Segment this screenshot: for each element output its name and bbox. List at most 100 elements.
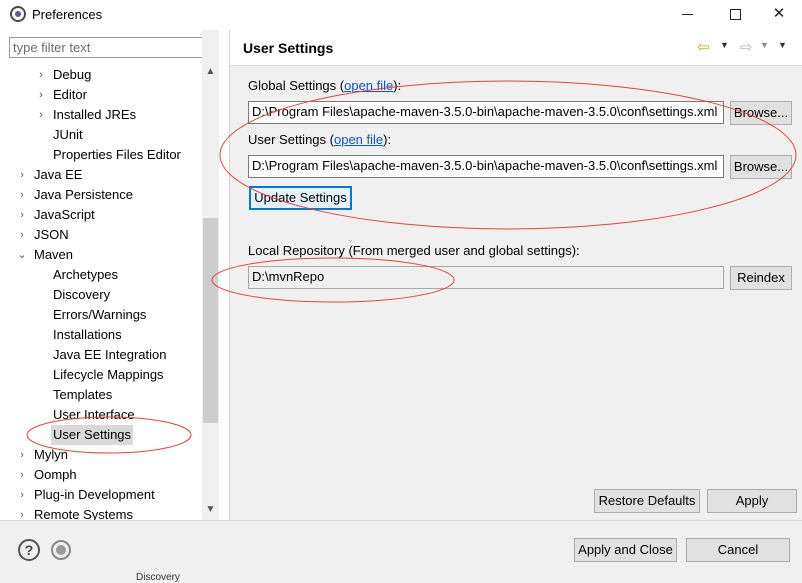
sidebar-item-label: Maven xyxy=(34,247,74,262)
sidebar-item-label: JavaScript xyxy=(34,207,95,222)
settings-page: User Settings ⇦ ▼ ⇨ ▼ ▼ Global Settings … xyxy=(230,30,802,520)
sidebar-item-label: Mylyn xyxy=(34,447,68,462)
back-dropdown-icon[interactable]: ▼ xyxy=(720,40,729,50)
global-settings-label-text: Global Settings ( xyxy=(248,78,345,93)
title-bar: Preferences ✕ xyxy=(0,0,802,30)
sidebar-item[interactable]: › Oomph xyxy=(0,465,202,485)
global-settings-field[interactable]: D:\Program Files\apache-maven-3.5.0-bin\… xyxy=(248,101,724,124)
sidebar-item[interactable]: Archetypes xyxy=(0,265,202,285)
sidebar-item[interactable]: › Java EE xyxy=(0,165,202,185)
sidebar-item[interactable]: › Java Persistence xyxy=(0,185,202,205)
sidebar-item[interactable]: › Plug-in Development xyxy=(0,485,202,505)
sidebar-item-label: User Settings xyxy=(51,425,134,445)
forward-dropdown-icon[interactable]: ▼ xyxy=(760,40,769,50)
sidebar-item[interactable]: › Debug xyxy=(0,65,202,85)
maximize-icon xyxy=(729,8,741,20)
sidebar-item[interactable]: › Editor xyxy=(0,85,202,105)
sidebar-item-label: JUnit xyxy=(53,127,83,142)
view-menu-icon[interactable]: ▼ xyxy=(778,40,787,50)
sidebar-item-label: Java EE xyxy=(34,167,83,182)
sidebar-item[interactable]: Properties Files Editor xyxy=(0,145,202,165)
scroll-thumb[interactable] xyxy=(203,218,218,423)
scroll-down-icon[interactable]: ▼ xyxy=(202,501,219,518)
update-settings-button[interactable]: Update Settings xyxy=(249,186,352,210)
window-title: Preferences xyxy=(32,7,103,22)
user-settings-label-suffix: ): xyxy=(383,132,392,147)
apply-and-close-button[interactable]: Apply and Close xyxy=(574,538,677,562)
local-repository-label: Local Repository (From merged user and g… xyxy=(248,243,580,258)
sidebar-item[interactable]: Discovery xyxy=(0,285,202,305)
sidebar-item-label: User Interface xyxy=(53,407,135,422)
scroll-up-icon[interactable]: ▲ xyxy=(202,63,219,80)
collapsed-chevron-icon[interactable]: › xyxy=(16,485,28,505)
collapsed-chevron-icon[interactable]: › xyxy=(16,165,28,185)
back-arrow-icon[interactable]: ⇦ xyxy=(697,38,710,56)
collapsed-chevron-icon[interactable]: › xyxy=(16,185,28,205)
sidebar-item-label: Installations xyxy=(53,327,122,342)
sidebar-item-label: Lifecycle Mappings xyxy=(53,367,164,382)
sidebar-item[interactable]: › JSON xyxy=(0,225,202,245)
sidebar-item-label: Editor xyxy=(53,87,87,102)
reindex-button[interactable]: Reindex xyxy=(730,266,792,290)
collapsed-chevron-icon[interactable]: › xyxy=(16,465,28,485)
close-button[interactable]: ✕ xyxy=(756,0,802,30)
global-browse-button[interactable]: Browse... xyxy=(730,101,792,125)
sidebar-item[interactable]: › Mylyn xyxy=(0,445,202,465)
collapsed-chevron-icon[interactable]: › xyxy=(16,225,28,245)
forward-arrow-icon[interactable]: ⇨ xyxy=(740,38,753,56)
user-browse-button[interactable]: Browse... xyxy=(730,155,792,179)
global-settings-label: Global Settings (open file): xyxy=(248,78,401,93)
sidebar-item[interactable]: › Remote Systems xyxy=(0,505,202,520)
sidebar-item[interactable]: › JavaScript xyxy=(0,205,202,225)
sidebar-item[interactable]: Errors/Warnings xyxy=(0,305,202,325)
sidebar-item-label: Templates xyxy=(53,387,113,402)
eclipse-app-icon xyxy=(10,6,26,22)
collapsed-chevron-icon[interactable]: › xyxy=(35,85,47,105)
collapsed-chevron-icon[interactable]: › xyxy=(35,65,47,85)
preferences-tree: › Debug › Editor › Installed JREs JUnit Propert… xyxy=(0,62,202,520)
sidebar-item[interactable]: Java EE Integration xyxy=(0,345,202,365)
user-open-file-link[interactable]: open file xyxy=(334,132,383,147)
minimize-icon xyxy=(681,13,693,15)
sidebar-item-label: Java EE Integration xyxy=(53,347,167,362)
sidebar-item[interactable]: User Settings xyxy=(0,425,202,445)
record-macro-icon[interactable] xyxy=(51,540,71,560)
sidebar-item-label: JSON xyxy=(34,227,69,242)
dialog-footer: ? Apply and Close Cancel xyxy=(0,520,802,583)
sidebar-item-label: Java Persistence xyxy=(34,187,133,202)
page-header: User Settings ⇦ ▼ ⇨ ▼ ▼ xyxy=(230,30,802,66)
expanded-chevron-icon[interactable]: ⌄ xyxy=(16,245,28,265)
collapsed-chevron-icon[interactable]: › xyxy=(16,205,28,225)
collapsed-chevron-icon[interactable]: › xyxy=(16,505,28,520)
page-title: User Settings xyxy=(243,40,334,56)
sidebar-item[interactable]: Lifecycle Mappings xyxy=(0,365,202,385)
collapsed-chevron-icon[interactable]: › xyxy=(16,445,28,465)
sidebar-item-label: Plug-in Development xyxy=(34,487,155,502)
user-settings-field[interactable]: D:\Program Files\apache-maven-3.5.0-bin\… xyxy=(248,155,724,178)
sidebar-item[interactable]: JUnit xyxy=(0,125,202,145)
collapsed-chevron-icon[interactable]: › xyxy=(35,105,47,125)
sidebar-item-label: Archetypes xyxy=(53,267,119,282)
sidebar-item[interactable]: Installations xyxy=(0,325,202,345)
help-icon[interactable]: ? xyxy=(18,539,40,561)
user-settings-label: User Settings (open file): xyxy=(248,132,391,147)
cancel-button[interactable]: Cancel xyxy=(686,538,790,562)
sidebar-item-label: Remote Systems xyxy=(34,507,133,520)
sidebar-item-label: Discovery xyxy=(53,287,111,302)
local-repository-field: D:\mvnRepo xyxy=(248,266,724,289)
filter-input[interactable] xyxy=(9,37,219,58)
sidebar-item[interactable]: ⌄ Maven xyxy=(0,245,202,265)
sidebar-scrollbar[interactable]: ▲ ▼ xyxy=(202,30,219,520)
minimize-button[interactable] xyxy=(664,0,710,30)
user-settings-label-text: User Settings ( xyxy=(248,132,334,147)
global-open-file-link[interactable]: open file xyxy=(344,78,393,93)
apply-button[interactable]: Apply xyxy=(707,489,797,513)
sidebar-item-label: Installed JREs xyxy=(53,107,137,122)
sidebar-item[interactable]: › Installed JREs xyxy=(0,105,202,125)
maximize-button[interactable] xyxy=(712,0,758,30)
sidebar-item[interactable]: Templates xyxy=(0,385,202,405)
sidebar-item[interactable]: User Interface xyxy=(0,405,202,425)
restore-defaults-button[interactable]: Restore Defaults xyxy=(594,489,700,513)
sidebar-item-label: Debug xyxy=(53,67,92,82)
sidebar-item-label: Errors/Warnings xyxy=(53,307,147,322)
